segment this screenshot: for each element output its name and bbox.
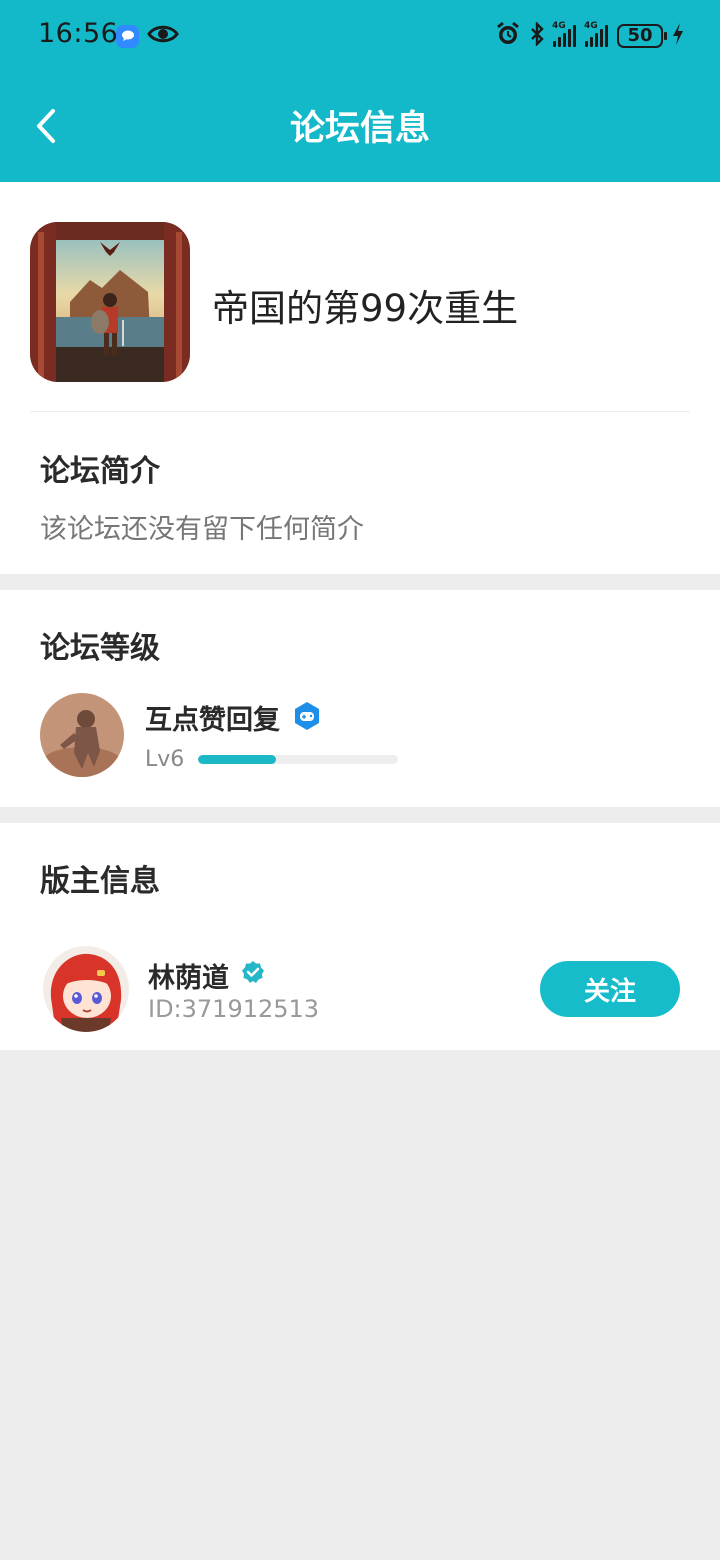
moderator-card: 版主信息 林荫道 ID:371912513 关注 (0, 823, 720, 1050)
level-section-title: 论坛等级 (40, 631, 160, 666)
alarm-icon (495, 21, 521, 51)
moderator-name: 林荫道 (148, 963, 229, 994)
charging-icon (672, 22, 684, 50)
bluetooth-icon (530, 21, 544, 50)
moderator-id: ID:371912513 (148, 995, 320, 1023)
status-right-icons: 4G 4G 50 (495, 21, 684, 51)
eye-icon (147, 23, 179, 49)
verified-badge-icon (241, 960, 265, 984)
gamepad-badge-icon (293, 701, 321, 731)
intro-section-title: 论坛简介 (40, 454, 160, 489)
forum-cover-image[interactable] (30, 222, 190, 382)
divider (30, 411, 690, 412)
top-header: 16:56 4G 4G 50 论坛信息 (0, 0, 720, 182)
level-progress-fill (198, 755, 276, 764)
battery-indicator: 50 (617, 24, 667, 48)
level-user-name: 互点赞回复 (145, 705, 280, 736)
signal-strength-icon-1: 4G (552, 21, 576, 47)
level-label: Lv6 (145, 747, 185, 772)
status-left-icons (116, 22, 179, 50)
status-bar: 16:56 4G 4G 50 (0, 0, 720, 72)
message-notification-icon (116, 24, 139, 48)
moderator-avatar[interactable] (43, 946, 129, 1032)
forum-level-card: 论坛等级 互点赞回复 Lv6 (0, 590, 720, 807)
intro-text: 该论坛还没有留下任何简介 (40, 514, 364, 545)
follow-button[interactable]: 关注 (540, 961, 680, 1017)
status-time: 16:56 (38, 18, 119, 49)
moderator-section-title: 版主信息 (40, 864, 160, 899)
forum-info-card: 帝国的第99次重生 论坛简介 该论坛还没有留下任何简介 (0, 182, 720, 574)
level-user-avatar[interactable] (40, 693, 124, 777)
page-title: 论坛信息 (289, 109, 430, 149)
signal-strength-icon-2: 4G (584, 21, 608, 47)
level-progress-bar (198, 755, 398, 764)
forum-name: 帝国的第99次重生 (212, 287, 519, 330)
